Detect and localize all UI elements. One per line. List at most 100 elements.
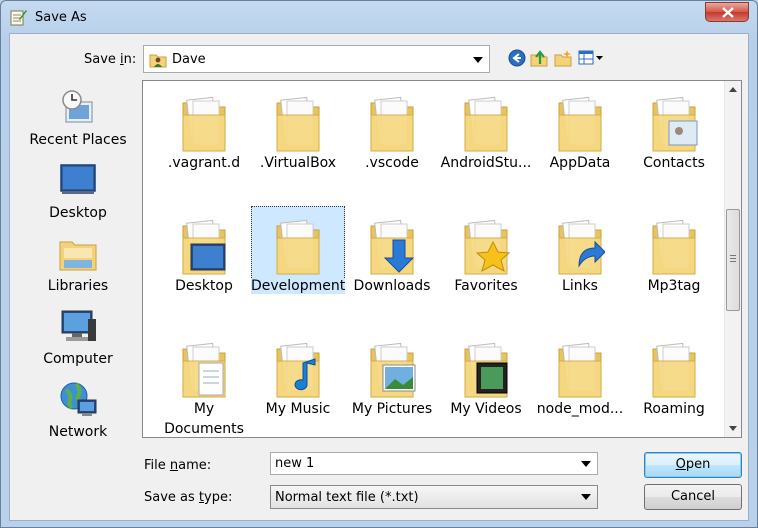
new-folder-icon[interactable]	[554, 49, 572, 67]
folder-icon	[464, 96, 508, 152]
file-item-label: AppData	[549, 155, 611, 171]
notepad-app-icon	[10, 10, 27, 26]
place-label: Libraries	[47, 278, 109, 294]
pictures-folder-icon	[370, 342, 416, 398]
save-as-type-label: Save as type:	[144, 490, 233, 505]
file-item[interactable]: AppData	[533, 83, 627, 193]
window-title: Save As	[35, 10, 87, 25]
file-item[interactable]: node_mod...	[533, 329, 627, 437]
file-item[interactable]: My Videos	[439, 329, 533, 437]
title-bar[interactable]: Save As	[1, 1, 757, 33]
places-bar: Recent Places Desktop Libraries Computer…	[16, 82, 140, 442]
folder-icon	[652, 219, 696, 275]
documents-folder-icon	[182, 342, 226, 398]
file-item-label: My Documents	[164, 401, 244, 437]
file-item[interactable]: Desktop	[157, 206, 251, 316]
folder-icon	[276, 96, 320, 152]
cancel-button[interactable]: Cancel	[644, 484, 742, 510]
scrollbar-thumb[interactable]	[726, 209, 740, 311]
place-computer[interactable]: Computer	[16, 307, 140, 377]
chevron-down-icon[interactable]	[581, 461, 591, 467]
file-item-label: Links	[562, 278, 598, 294]
file-item-label: Favorites	[454, 278, 518, 294]
place-label: Recent Places	[29, 132, 127, 148]
file-item-label: Contacts	[643, 155, 705, 171]
folder-icon	[558, 342, 602, 398]
save-as-dialog: Save As Save in: Dave Recent Places Desk…	[0, 0, 758, 528]
file-item-label: Roaming	[643, 401, 705, 417]
file-item-label: Development	[251, 278, 346, 294]
file-item-label: AndroidStu...	[440, 155, 532, 171]
folder-icon	[370, 96, 414, 152]
file-item-label: Downloads	[353, 278, 431, 294]
file-item[interactable]: Roaming	[627, 329, 721, 437]
close-icon	[722, 7, 734, 18]
file-item[interactable]: Development	[251, 206, 346, 316]
file-item-label: My Pictures	[351, 401, 433, 417]
place-recent-places[interactable]: Recent Places	[16, 88, 140, 158]
folder-icon	[276, 219, 320, 275]
file-name-combo[interactable]	[270, 452, 598, 475]
file-item[interactable]: Contacts	[627, 83, 721, 193]
scroll-down-icon[interactable]	[729, 426, 737, 431]
network-icon	[60, 382, 97, 416]
file-item-label: My Videos	[450, 401, 522, 417]
recent-places-icon	[62, 90, 93, 123]
up-folder-icon[interactable]	[530, 49, 548, 67]
libraries-icon	[59, 241, 97, 271]
chevron-down-icon	[581, 494, 591, 500]
file-item[interactable]: .vscode	[345, 83, 439, 193]
open-button[interactable]: Open	[644, 452, 742, 478]
chevron-down-icon	[473, 57, 483, 63]
file-item[interactable]: .vagrant.d	[157, 83, 251, 193]
place-desktop[interactable]: Desktop	[16, 161, 140, 231]
file-item[interactable]: AndroidStu...	[439, 83, 533, 193]
desktop-icon	[60, 164, 96, 194]
folder-icon	[182, 96, 226, 152]
file-item-label: node_mod...	[536, 401, 624, 417]
save-as-type-select[interactable]: Normal text file (*.txt)	[270, 485, 598, 509]
file-item-label: Mp3tag	[647, 278, 701, 294]
file-item-label: Desktop	[175, 278, 233, 294]
favorites-folder-icon	[464, 219, 511, 275]
file-name-label: File name:	[144, 458, 212, 473]
place-label: Desktop	[49, 205, 107, 221]
save-as-type-value: Normal text file (*.txt)	[275, 490, 419, 505]
file-item[interactable]: Mp3tag	[627, 206, 721, 316]
file-item[interactable]: My Pictures	[345, 329, 439, 437]
user-folder-icon	[149, 54, 167, 68]
file-item-label: .vscode	[365, 155, 419, 171]
contacts-folder-icon	[652, 96, 698, 152]
save-in-combo[interactable]: Dave	[143, 45, 490, 73]
place-network[interactable]: Network	[16, 380, 140, 450]
file-item-label: .VirtualBox	[259, 155, 337, 171]
videos-folder-icon	[464, 342, 508, 398]
save-in-value: Dave	[172, 52, 206, 67]
place-label: Network	[48, 424, 108, 440]
music-folder-icon	[276, 342, 320, 398]
file-item[interactable]: My Music	[251, 329, 345, 437]
file-name-input[interactable]	[275, 456, 565, 471]
vertical-scrollbar[interactable]	[724, 81, 741, 437]
links-folder-icon	[558, 219, 605, 275]
file-item-label: My Music	[265, 401, 331, 417]
downloads-folder-icon	[370, 219, 415, 275]
file-list-view[interactable]: .vagrant.d .VirtualBox .vscode AndroidSt…	[142, 80, 742, 438]
view-menu-icon[interactable]	[578, 49, 606, 67]
file-item[interactable]: My Documents	[157, 329, 251, 437]
folder-icon	[652, 342, 696, 398]
close-button[interactable]	[705, 2, 749, 22]
dialog-body: Save in: Dave Recent Places Desktop Libr…	[9, 33, 749, 521]
place-label: Computer	[43, 351, 113, 367]
file-item[interactable]: Downloads	[345, 206, 439, 316]
folder-icon	[558, 96, 602, 152]
back-icon[interactable]	[508, 49, 526, 67]
desktop-folder-icon	[182, 219, 226, 275]
file-item[interactable]: Favorites	[439, 206, 533, 316]
save-in-label: Save in:	[84, 52, 137, 67]
place-libraries[interactable]: Libraries	[16, 234, 140, 304]
computer-icon	[61, 310, 96, 341]
file-item[interactable]: Links	[533, 206, 627, 316]
file-item[interactable]: .VirtualBox	[251, 83, 345, 193]
scroll-up-icon[interactable]	[729, 87, 737, 92]
